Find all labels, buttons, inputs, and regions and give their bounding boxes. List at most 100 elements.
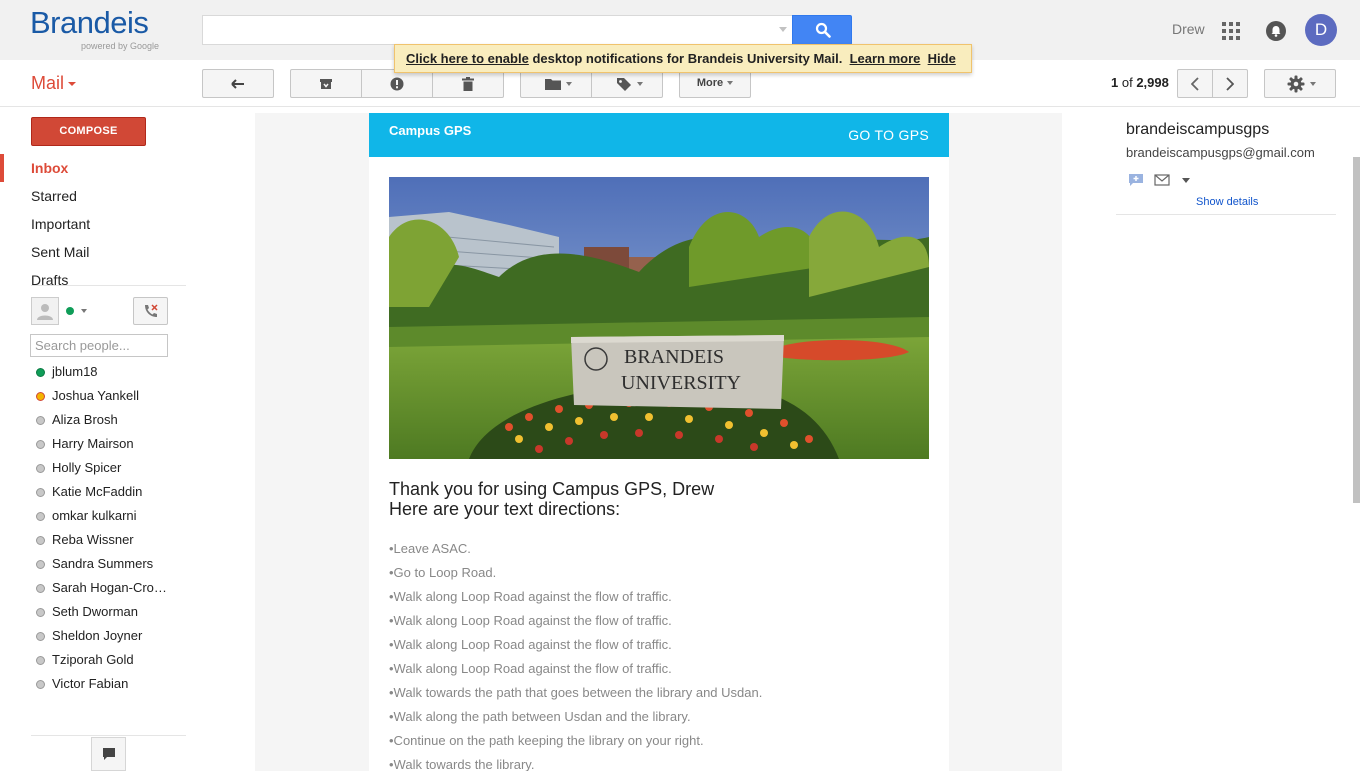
chat-contact[interactable]: Sandra Summers [36, 556, 176, 576]
page-scrollbar[interactable] [1353, 157, 1360, 503]
hide-notification-link[interactable]: Hide [928, 51, 956, 66]
phone-call-button[interactable] [133, 297, 168, 325]
page-total: 2,998 [1136, 75, 1169, 90]
email-subheading: Here are your text directions: [389, 499, 621, 519]
direction-step: •Walk towards the library. [389, 757, 535, 771]
presence-status-icon [36, 656, 45, 665]
more-actions-button[interactable]: More [679, 69, 751, 98]
chat-contact[interactable]: Joshua Yankell [36, 388, 176, 408]
chat-contact[interactable]: Seth Dworman [36, 604, 176, 624]
chat-divider [31, 735, 186, 736]
chat-contact[interactable]: omkar kulkarni [36, 508, 176, 528]
direction-step: •Walk along Loop Road against the flow o… [389, 637, 672, 652]
desktop-notification-banner: Click here to enable desktop notificatio… [394, 44, 972, 73]
directions-list: •Leave ASAC. •Go to Loop Road. •Walk along… [389, 541, 762, 771]
apps-grid-icon[interactable] [1222, 22, 1240, 40]
chat-bubble-icon [103, 748, 115, 760]
search-options-icon[interactable] [779, 27, 787, 32]
send-email-icon[interactable] [1154, 174, 1170, 186]
presence-status-icon [36, 584, 45, 593]
gear-icon [1287, 75, 1305, 92]
chat-contact-name: Joshua Yankell [52, 388, 139, 403]
chat-self-avatar[interactable] [31, 297, 59, 325]
presence-status-icon [36, 440, 45, 449]
notifications-bell-icon[interactable] [1266, 21, 1286, 41]
move-to-button[interactable] [520, 69, 592, 98]
phone-icon [145, 304, 158, 317]
chat-contact[interactable]: Aliza Brosh [36, 412, 176, 432]
archive-button[interactable] [290, 69, 362, 98]
chat-status-dot[interactable] [66, 307, 74, 315]
nav-item-inbox[interactable]: Inbox [31, 160, 68, 176]
chevron-down-icon [727, 81, 734, 86]
presence-status-icon [36, 464, 45, 473]
go-to-gps-link[interactable]: GO TO GPS [848, 127, 929, 143]
presence-status-icon [36, 512, 45, 521]
chevron-down-icon[interactable] [81, 309, 87, 313]
user-name-link[interactable]: Drew [1172, 21, 1205, 37]
chat-contact-name: Sheldon Joyner [52, 628, 143, 643]
add-to-circles-icon[interactable] [1128, 173, 1144, 187]
email-body: Campus GPS GO TO GPS BRANDEIS UNIVERSITY… [369, 113, 949, 771]
chevron-down-icon [1310, 82, 1316, 86]
label-tag-icon [617, 77, 631, 91]
settings-button[interactable] [1264, 69, 1336, 98]
search-people-input[interactable] [30, 334, 168, 357]
chat-contact[interactable]: Reba Wissner [36, 532, 176, 552]
presence-status-icon [36, 680, 45, 689]
inbox-selected-indicator [0, 154, 4, 182]
presence-status-icon [36, 416, 45, 425]
logo-brand-text: Brandeis [30, 5, 149, 40]
more-label: More [696, 77, 724, 89]
chat-contact[interactable]: Harry Mairson [36, 436, 176, 456]
search-input[interactable] [202, 15, 793, 45]
delete-button[interactable] [432, 69, 504, 98]
chat-contact-name: Seth Dworman [52, 604, 138, 619]
search-button[interactable] [792, 15, 852, 45]
start-chat-button[interactable] [91, 737, 126, 771]
newer-button[interactable] [1177, 69, 1213, 98]
chat-contact[interactable]: Holly Spicer [36, 460, 176, 480]
sender-email: brandeiscampusgps@gmail.com [1126, 145, 1315, 160]
bell-icon [1271, 26, 1281, 37]
brandeis-logo[interactable]: Brandeis powered by Google [30, 5, 159, 52]
learn-more-link[interactable]: Learn more [850, 51, 921, 66]
chat-contact-name: Harry Mairson [52, 436, 134, 451]
email-greeting-block: Thank you for using Campus GPS, Drew Her… [389, 479, 714, 519]
direction-step: •Go to Loop Road. [389, 565, 497, 580]
enable-notifications-link[interactable]: Click here to enable [406, 51, 529, 66]
labels-button[interactable] [591, 69, 663, 98]
show-details-link[interactable]: Show details [1196, 196, 1258, 208]
chat-contact-name: jblum18 [52, 364, 98, 379]
mail-switcher[interactable]: Mail [31, 73, 77, 94]
chat-contact[interactable]: Sarah Hogan-Cro… [36, 580, 176, 600]
gmail-app: Brandeis powered by Google Drew D Mail M… [0, 0, 1360, 771]
direction-step: •Walk along Loop Road against the flow o… [389, 589, 672, 604]
archive-icon [320, 78, 332, 89]
chat-contact[interactable]: Sheldon Joyner [36, 628, 176, 648]
report-spam-button[interactable] [361, 69, 433, 98]
account-avatar[interactable]: D [1305, 14, 1337, 46]
chat-contact[interactable]: Victor Fabian [36, 676, 176, 696]
chat-contact[interactable]: Katie McFaddin [36, 484, 176, 504]
nav-item-starred[interactable]: Starred [31, 188, 77, 204]
back-arrow-icon [231, 78, 244, 89]
presence-status-icon [36, 560, 45, 569]
chevron-down-icon [566, 82, 572, 86]
back-to-inbox-button[interactable] [202, 69, 274, 98]
chat-contact[interactable]: jblum18 [36, 364, 176, 384]
email-banner: Campus GPS GO TO GPS [369, 113, 949, 157]
chat-contact[interactable]: Tziporah Gold [36, 652, 176, 672]
direction-step: •Leave ASAC. [389, 541, 471, 556]
chevron-down-icon[interactable] [1182, 178, 1190, 183]
nav-item-important[interactable]: Important [31, 216, 90, 232]
older-button[interactable] [1212, 69, 1248, 98]
chevron-down-icon [68, 82, 77, 87]
campus-gps-brand: Campus GPS [389, 123, 472, 138]
search-icon [815, 22, 831, 38]
nav-item-sent-mail[interactable]: Sent Mail [31, 244, 89, 260]
sender-actions [1128, 173, 1198, 187]
direction-step: •Walk towards the path that goes between… [389, 685, 763, 700]
sign-line-1: BRANDEIS [624, 346, 724, 368]
compose-button[interactable]: COMPOSE [31, 117, 146, 146]
